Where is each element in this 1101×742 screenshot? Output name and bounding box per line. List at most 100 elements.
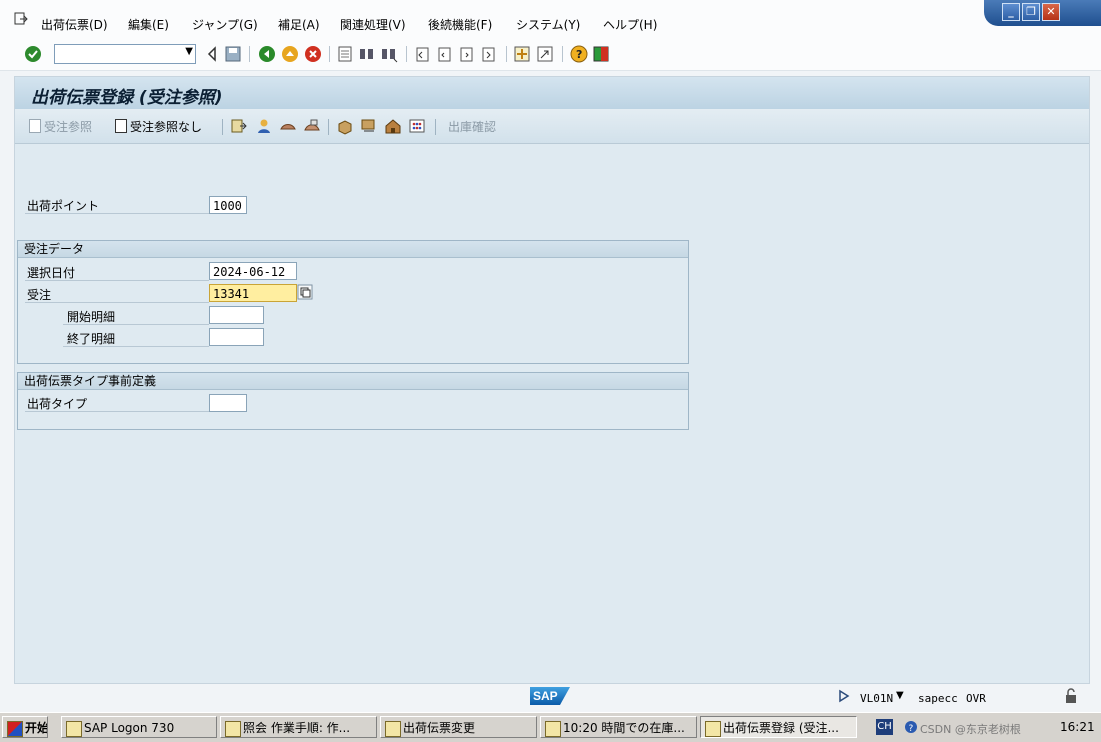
last-page-icon[interactable] [480, 45, 498, 63]
svg-text:?: ? [576, 48, 582, 61]
sap-window-icon [545, 721, 561, 737]
exit-icon[interactable] [281, 45, 299, 63]
sap-window-icon [705, 721, 721, 737]
copy-items-icon[interactable] [230, 117, 248, 135]
from-item-input[interactable] [209, 306, 264, 324]
cancel-icon[interactable] [304, 45, 322, 63]
header-icon[interactable] [279, 117, 297, 135]
delivery-type-group-title: 出荷伝票タイプ事前定義 [18, 373, 688, 390]
task-sap-logon[interactable]: SAP Logon 730 [61, 716, 217, 738]
delivery-type-label: 出荷タイプ [27, 397, 88, 411]
menu-help[interactable]: ヘルプ(H) [603, 16, 657, 33]
item-overview-icon[interactable] [303, 117, 321, 135]
value-help-icon[interactable] [297, 284, 313, 300]
menu-goto[interactable]: ジャンプ(G) [192, 16, 258, 33]
task-label: 出荷伝票変更 [403, 721, 476, 735]
order-input[interactable]: 13341 [209, 284, 297, 302]
sap-window-icon [225, 721, 241, 737]
clock: 16:21 [1060, 720, 1095, 734]
from-item-label: 開始明細 [67, 310, 116, 324]
start-button[interactable]: 开始 [2, 716, 48, 738]
back-icon[interactable] [258, 45, 276, 63]
shortcut-icon[interactable] [536, 45, 554, 63]
task-label: 出荷伝票登録 (受注... [723, 721, 839, 735]
grid-icon[interactable] [408, 117, 426, 135]
start-label: 开始 [25, 721, 48, 735]
partner-icon[interactable] [255, 117, 273, 135]
application-toolbar: 受注参照 受注参照なし 出庫確認 [15, 109, 1089, 144]
sap-window-icon [385, 721, 401, 737]
sap-logo: SAP [530, 687, 570, 705]
warehouse-icon[interactable] [384, 117, 402, 135]
insert-mode: OVR [966, 692, 986, 705]
menu-subsequent-functions[interactable]: 後続機能(F) [428, 16, 492, 33]
menu-extras[interactable]: 補足(A) [278, 16, 320, 33]
task-display-routing[interactable]: 照会 作業手順: 作... [220, 716, 377, 738]
delivery-type-group: 出荷伝票タイプ事前定義 [17, 372, 689, 430]
menu-edit[interactable]: 編集(E) [128, 16, 169, 33]
help-circle-icon[interactable]: ? [904, 720, 918, 734]
new-session-icon[interactable] [513, 45, 531, 63]
shipping-point-input[interactable]: 1000 [209, 196, 247, 214]
chevron-down-icon[interactable]: ▼ [896, 690, 904, 701]
command-field[interactable]: ▼ [54, 44, 196, 64]
first-page-icon[interactable] [414, 45, 432, 63]
shipping-point-label: 出荷ポイント [27, 199, 100, 213]
to-item-input[interactable] [209, 328, 264, 346]
no-order-reference-button[interactable]: 受注参照なし [115, 118, 202, 135]
menu-bar: 出荷伝票(D) 編集(E) ジャンプ(G) 補足(A) 関連処理(V) 後続機能… [0, 0, 1101, 41]
watermark-text: CSDN @东京老树根 [920, 723, 1021, 736]
selection-date-input[interactable]: 2024-06-12 [209, 262, 297, 280]
order-reference-label: 受注参照 [44, 120, 93, 134]
next-page-icon[interactable] [458, 45, 476, 63]
triangle-left-icon[interactable] [203, 45, 221, 63]
close-button[interactable]: ✕ [1042, 3, 1060, 21]
status-triangle-icon[interactable] [838, 689, 850, 703]
language-indicator[interactable]: CH [876, 719, 893, 735]
document-icon [115, 119, 127, 133]
save-icon[interactable] [224, 45, 242, 63]
page-title: 出荷伝票登録 (受注参照) [31, 88, 223, 108]
layout-menu-icon[interactable] [592, 45, 610, 63]
order-reference-button[interactable]: 受注参照 [29, 118, 92, 135]
task-change-delivery[interactable]: 出荷伝票変更 [380, 716, 537, 738]
minimize-button[interactable]: _ [1002, 3, 1020, 21]
delivery-type-input[interactable] [209, 394, 247, 412]
svg-text:?: ? [909, 724, 914, 734]
document-icon [29, 119, 41, 133]
restore-button[interactable]: ❐ [1022, 3, 1040, 21]
window-controls: _ ❐ ✕ [984, 0, 1101, 26]
shipment-icon[interactable] [360, 117, 378, 135]
previous-page-icon[interactable] [436, 45, 454, 63]
lock-icon[interactable] [1063, 688, 1079, 704]
screen-area: 出荷伝票登録 (受注参照) 受注参照 受注参照なし 出庫確認 出荷ポイント 10… [14, 76, 1090, 684]
menu-environment[interactable]: 関連処理(V) [340, 16, 406, 33]
task-label: 10:20 時間での在庫... [563, 721, 685, 735]
menu-system[interactable]: システム(Y) [516, 16, 580, 33]
enter-check-icon[interactable] [24, 45, 42, 63]
taskbar: 开始 SAP Logon 730 照会 作業手順: 作... 出荷伝票変更 10… [0, 712, 1101, 742]
help-icon[interactable]: ? [570, 45, 588, 63]
transaction-code: VL01N [860, 692, 894, 705]
picking-icon[interactable] [336, 117, 354, 135]
chevron-down-icon[interactable]: ▼ [185, 46, 193, 57]
order-label: 受注 [27, 288, 52, 302]
task-create-delivery[interactable]: 出荷伝票登録 (受注... [700, 716, 857, 738]
selection-date-label: 選択日付 [27, 266, 76, 280]
menu-exit-icon[interactable] [14, 12, 28, 26]
task-label: 照会 作業手順: 作... [243, 721, 351, 735]
windows-logo-icon [7, 721, 23, 737]
find-next-icon[interactable] [380, 45, 398, 63]
menu-delivery[interactable]: 出荷伝票(D) [41, 16, 108, 33]
order-data-group-title: 受注データ [18, 241, 688, 258]
system-toolbar: ▼ ? [0, 40, 1101, 71]
goods-issue-button[interactable]: 出庫確認 [448, 118, 496, 135]
no-order-reference-label: 受注参照なし [130, 120, 203, 134]
sap-logon-icon [66, 721, 82, 737]
find-icon[interactable] [358, 45, 376, 63]
title-bar: 出荷伝票登録 (受注参照) [15, 77, 1089, 109]
system-name: sapecc [918, 692, 958, 705]
task-stock-at-time[interactable]: 10:20 時間での在庫... [540, 716, 697, 738]
print-icon[interactable] [336, 45, 354, 63]
status-bar: SAP VL01N ▼ sapecc OVR [0, 684, 1101, 712]
